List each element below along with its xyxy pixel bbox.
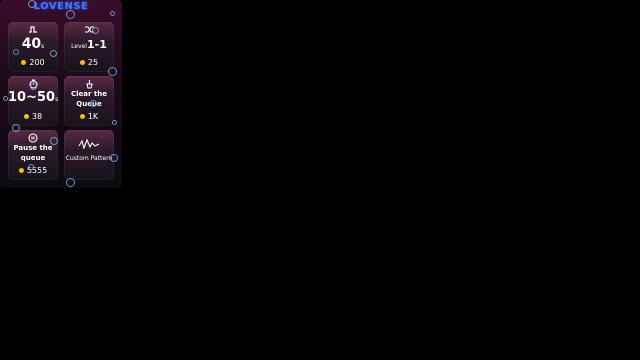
tip-menu-panel: LOVENSE 40s 200 Level1-1 25 10~50s 38 Cl… (0, 0, 122, 188)
coin-icon (23, 114, 29, 119)
card-price: 1K (64, 112, 114, 121)
card-price: 25 (64, 58, 114, 67)
card-label: Custom Pattern (65, 155, 113, 162)
card-price: 38 (8, 112, 58, 121)
card-level[interactable]: Level1-1 25 (64, 22, 114, 72)
pulse-icon (8, 25, 58, 35)
card-title: Clear the Queue (71, 90, 107, 108)
coin-icon (18, 168, 24, 173)
brand-logo: LOVENSE (33, 1, 89, 12)
coin-icon (79, 60, 85, 65)
card-custom-pattern[interactable]: Custom Pattern (64, 130, 114, 180)
card-value: Level1-1 (71, 38, 107, 51)
coin-icon (21, 60, 27, 65)
sweep-icon (64, 79, 114, 89)
coin-icon (79, 114, 85, 119)
card-title: Pause the queue (13, 144, 53, 162)
card-price: 200 (8, 58, 58, 67)
shuffle-icon (64, 25, 114, 35)
card-value: 10~50s (8, 90, 59, 105)
wave-icon (64, 138, 114, 150)
card-time-40s[interactable]: 40s 200 (8, 22, 58, 72)
card-clear-queue[interactable]: Clear the Queue 1K (64, 76, 114, 126)
